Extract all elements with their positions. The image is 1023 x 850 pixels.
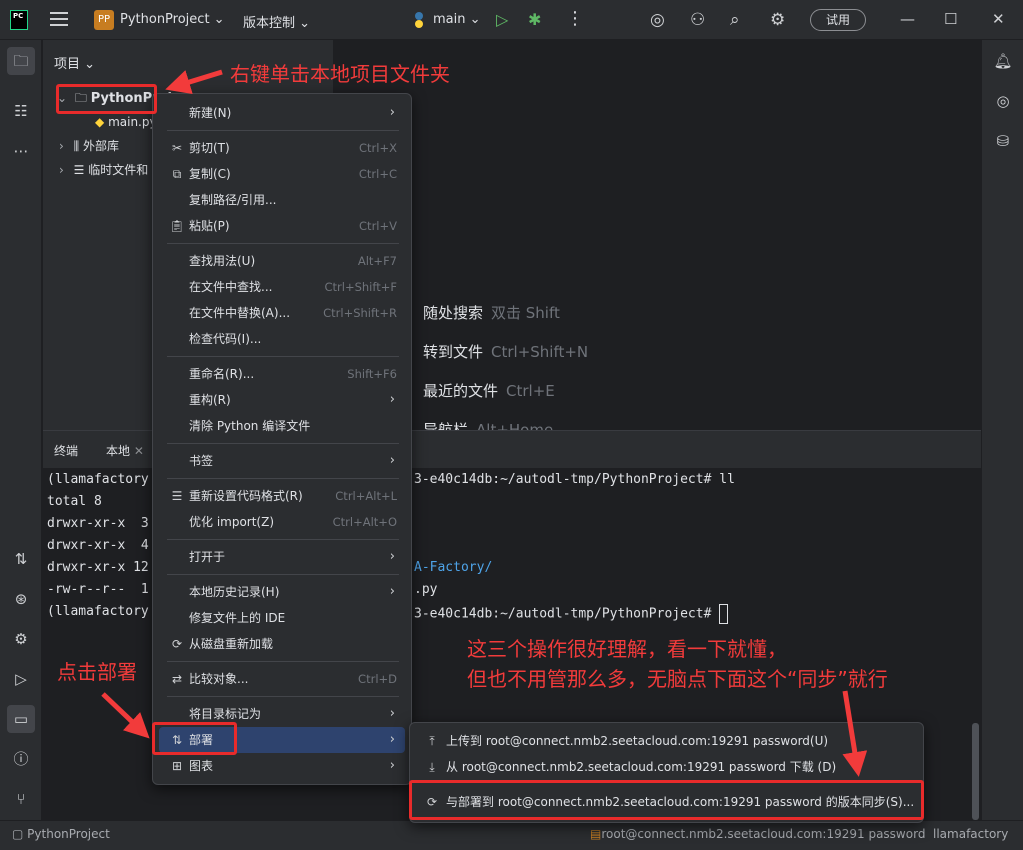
arrow-to-deploy <box>101 692 150 739</box>
arrow-to-project-root <box>165 69 223 95</box>
arrow-to-sync <box>842 690 868 777</box>
annotation-arrows <box>101 69 868 777</box>
